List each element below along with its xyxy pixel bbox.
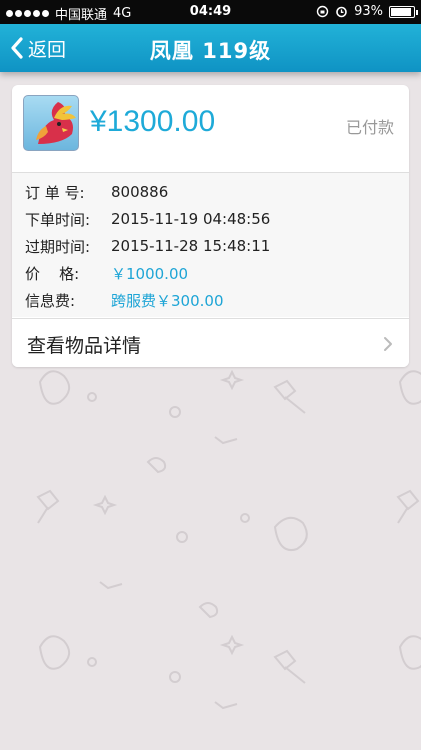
view-item-details-button[interactable]: 查看物品详情 — [12, 318, 409, 367]
order-info: 订 单 号: 800886 下单时间: 2015-11-19 04:48:56 … — [12, 173, 409, 317]
expire-time-value: 2015-11-28 15:48:11 — [111, 237, 271, 255]
price-value: ￥1000.00 — [111, 264, 189, 283]
page-title: 凤凰 119级 — [149, 39, 272, 63]
order-time-row: 下单时间: 2015-11-19 04:48:56 — [25, 208, 270, 230]
status-right: 93% — [316, 4, 418, 19]
expire-time-row: 过期时间: 2015-11-28 15:48:11 — [25, 235, 270, 257]
chevron-right-icon — [384, 337, 392, 351]
status-bar: 中国联通 4G 04:49 93% — [0, 0, 421, 24]
expire-time-label: 过期时间: — [25, 237, 91, 256]
order-header: ¥1300.00 已付款 — [12, 85, 409, 173]
product-thumbnail — [23, 95, 79, 151]
nav-bar: 返回 凤凰 119级 — [0, 24, 421, 72]
info-fee-row: 信息费: 跨服费￥300.00 — [25, 289, 224, 311]
lock-rotation-icon — [316, 5, 329, 18]
info-fee-label: 信息费: — [25, 291, 76, 310]
order-number-label: 订 单 号: — [25, 183, 85, 202]
view-item-details-label: 查看物品详情 — [27, 335, 142, 357]
info-fee-value: 跨服费￥300.00 — [111, 291, 224, 310]
price-label: 价 格: — [25, 264, 80, 283]
order-total-price: ¥1300.00 — [90, 105, 216, 138]
payment-status: 已付款 — [345, 118, 394, 137]
order-time-value: 2015-11-19 04:48:56 — [111, 210, 271, 228]
order-card: ¥1300.00 已付款 订 单 号: 800886 下单时间: 2015-11… — [12, 85, 409, 367]
battery-icon — [389, 5, 418, 18]
order-number-row: 订 单 号: 800886 — [25, 181, 168, 203]
battery-percent: 93% — [354, 4, 383, 19]
alarm-icon — [336, 6, 347, 18]
price-row: 价 格: ￥1000.00 — [25, 262, 188, 284]
order-time-label: 下单时间: — [25, 210, 91, 229]
order-number-value: 800886 — [111, 183, 169, 201]
